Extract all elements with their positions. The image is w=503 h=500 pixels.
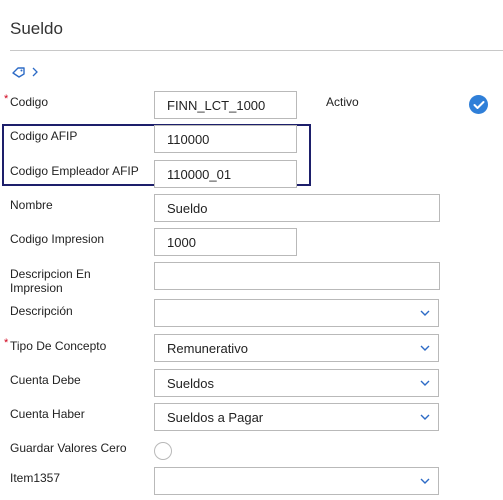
activo-label: Activo	[326, 95, 359, 109]
chevron-down-icon	[420, 345, 430, 351]
cuenta-debe-label: Cuenta Debe	[10, 373, 81, 387]
tipo-de-concepto-label: Tipo De Concepto	[10, 339, 107, 353]
item1357-label: Item1357	[10, 471, 61, 485]
chevron-right-icon[interactable]	[32, 67, 38, 77]
descripcion-en-impresion-field[interactable]	[154, 262, 440, 290]
codigo-required-mark: *	[4, 93, 9, 105]
nombre-label: Nombre	[10, 198, 53, 212]
guardar-valores-cero-toggle[interactable]	[154, 442, 172, 460]
tipo-de-concepto-value: Remunerativo	[167, 340, 248, 356]
page-title: Sueldo	[10, 19, 63, 38]
chevron-down-icon	[420, 380, 430, 386]
cuenta-haber-value: Sueldos a Pagar	[167, 409, 264, 425]
cuenta-haber-label: Cuenta Haber	[10, 407, 85, 421]
codigo-field[interactable]: FINN_LCT_1000	[154, 91, 297, 119]
tipo-de-concepto-required-mark: *	[4, 337, 9, 349]
title-divider	[10, 50, 503, 51]
nombre-value: Sueldo	[167, 200, 208, 216]
chevron-down-icon	[420, 414, 430, 420]
codigo-impresion-field[interactable]: 1000	[154, 228, 297, 256]
codigo-value: FINN_LCT_1000	[167, 97, 266, 113]
chevron-down-icon	[420, 310, 430, 316]
cuenta-haber-select[interactable]: Sueldos a Pagar	[154, 403, 439, 431]
codigo-afip-field[interactable]: 110000	[154, 125, 297, 153]
activo-checkbox[interactable]	[469, 95, 488, 114]
nombre-field[interactable]: Sueldo	[154, 194, 440, 222]
codigo-afip-label: Codigo AFIP	[10, 129, 78, 143]
codigo-label: Codigo	[10, 95, 49, 109]
descripcion-select[interactable]	[154, 299, 439, 327]
chevron-down-icon	[420, 478, 430, 484]
codigo-afip-value: 110000	[167, 131, 210, 147]
codigo-empleador-afip-field[interactable]: 110000_01	[154, 160, 297, 188]
descripcion-en-impresion-label: Descripcion En Impresion	[10, 267, 91, 295]
tag-icon[interactable]	[12, 66, 26, 78]
cuenta-debe-value: Sueldos	[167, 375, 214, 391]
guardar-valores-cero-label: Guardar Valores Cero	[10, 441, 127, 455]
codigo-impresion-value: 1000	[167, 234, 196, 250]
codigo-impresion-label: Codigo Impresion	[10, 232, 105, 246]
codigo-empleador-afip-value: 110000_01	[167, 166, 232, 182]
item1357-select[interactable]	[154, 467, 439, 495]
tipo-de-concepto-select[interactable]: Remunerativo	[154, 334, 439, 362]
cuenta-debe-select[interactable]: Sueldos	[154, 369, 439, 397]
checkmark-icon	[473, 100, 484, 109]
codigo-empleador-afip-label: Codigo Empleador AFIP	[10, 164, 139, 178]
breadcrumb	[12, 66, 38, 78]
descripcion-label: Descripción	[10, 304, 73, 318]
